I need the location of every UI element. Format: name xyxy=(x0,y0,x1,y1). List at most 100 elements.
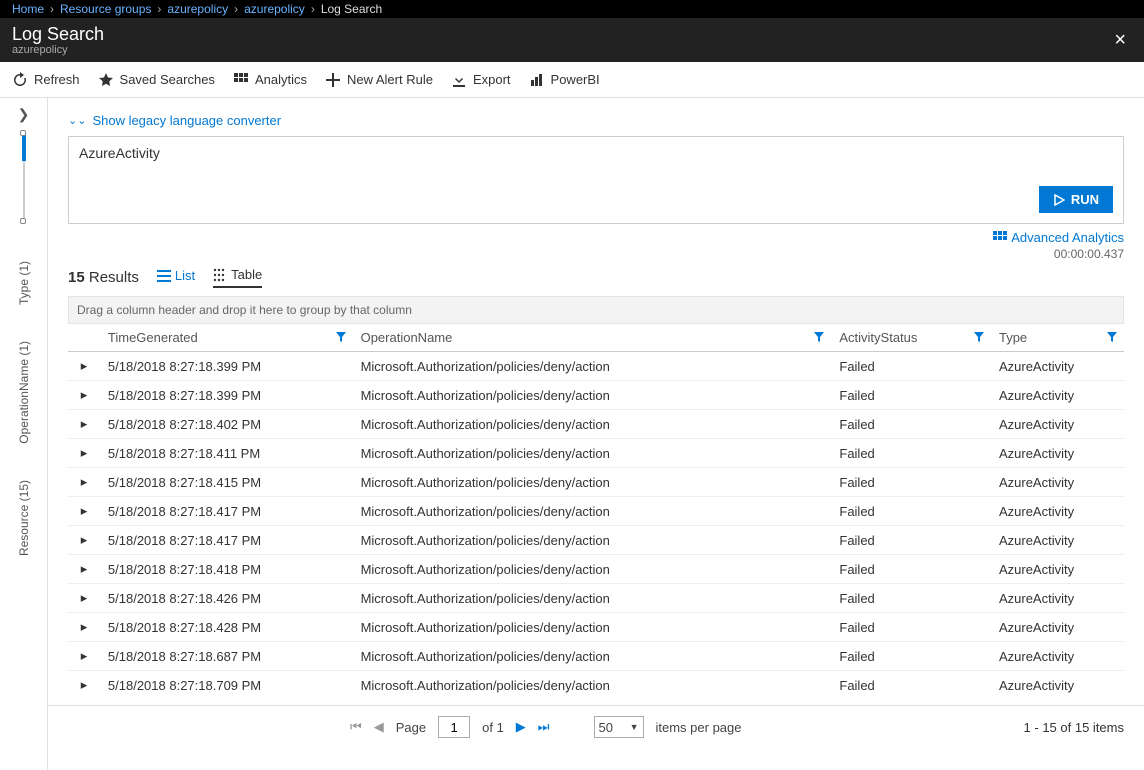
cell-time: 5/18/2018 8:27:18.402 PM xyxy=(100,410,353,439)
cell-operation: Microsoft.Authorization/policies/deny/ac… xyxy=(353,555,832,584)
breadcrumb-link[interactable]: azurepolicy xyxy=(167,2,228,16)
page-input[interactable] xyxy=(438,716,470,738)
query-editor[interactable]: AzureActivity RUN xyxy=(68,136,1124,224)
cell-type: AzureActivity xyxy=(991,555,1124,584)
export-label: Export xyxy=(473,72,511,87)
table-row: ▸5/18/2018 8:27:18.411 PMMicrosoft.Autho… xyxy=(68,439,1124,468)
saved-searches-button[interactable]: Saved Searches xyxy=(98,72,215,88)
expand-rail-button[interactable]: ❯ xyxy=(18,106,30,123)
expand-row-button[interactable]: ▸ xyxy=(68,381,100,410)
table-row: ▸5/18/2018 8:27:18.402 PMMicrosoft.Autho… xyxy=(68,410,1124,439)
filter-icon[interactable] xyxy=(813,331,825,346)
list-icon xyxy=(157,269,171,283)
filter-icon[interactable] xyxy=(973,331,985,346)
expand-row-button[interactable]: ▸ xyxy=(68,555,100,584)
cell-time: 5/18/2018 8:27:18.411 PM xyxy=(100,439,353,468)
table-row: ▸5/18/2018 8:27:18.426 PMMicrosoft.Autho… xyxy=(68,584,1124,613)
expand-row-button[interactable]: ▸ xyxy=(68,671,100,700)
table-row: ▸5/18/2018 8:27:18.709 PMMicrosoft.Autho… xyxy=(68,671,1124,700)
page-next-button[interactable]: ▶ xyxy=(516,719,526,735)
cell-type: AzureActivity xyxy=(991,613,1124,642)
cell-time: 5/18/2018 8:27:18.418 PM xyxy=(100,555,353,584)
analytics-label: Analytics xyxy=(255,72,307,87)
breadcrumb-link[interactable]: Resource groups xyxy=(60,2,151,16)
table-icon xyxy=(213,268,227,282)
legacy-converter-label: Show legacy language converter xyxy=(92,113,281,128)
cell-status: Failed xyxy=(831,642,991,671)
facet-resource[interactable]: Resource (15) xyxy=(17,480,31,556)
new-alert-rule-button[interactable]: New Alert Rule xyxy=(325,72,433,88)
expand-row-button[interactable]: ▸ xyxy=(68,584,100,613)
page-first-button[interactable]: ⏮ xyxy=(350,719,362,735)
cell-time: 5/18/2018 8:27:18.417 PM xyxy=(100,497,353,526)
powerbi-label: PowerBI xyxy=(551,72,600,87)
expand-row-button[interactable]: ▸ xyxy=(68,526,100,555)
cell-time: 5/18/2018 8:27:18.417 PM xyxy=(100,526,353,555)
cell-time: 5/18/2018 8:27:18.399 PM xyxy=(100,352,353,381)
page-size-select[interactable]: 50 ▼ xyxy=(594,716,644,738)
expand-row-button[interactable]: ▸ xyxy=(68,468,100,497)
legacy-converter-link[interactable]: ⌄⌄ Show legacy language converter xyxy=(68,113,281,128)
group-drop-hint[interactable]: Drag a column header and drop it here to… xyxy=(68,296,1124,324)
facet-type[interactable]: Type (1) xyxy=(17,261,31,305)
caret-down-icon: ▼ xyxy=(630,722,639,732)
page-label: Page xyxy=(396,720,426,735)
facet-operation-name[interactable]: OperationName (1) xyxy=(17,341,31,444)
play-icon xyxy=(1053,194,1065,206)
cell-type: AzureActivity xyxy=(991,352,1124,381)
cell-type: AzureActivity xyxy=(991,642,1124,671)
expand-row-button[interactable]: ▸ xyxy=(68,439,100,468)
page-last-button[interactable]: ⏭ xyxy=(538,719,550,735)
expand-row-button[interactable]: ▸ xyxy=(68,352,100,381)
expand-row-button[interactable]: ▸ xyxy=(68,410,100,439)
powerbi-button[interactable]: PowerBI xyxy=(529,72,600,88)
cell-operation: Microsoft.Authorization/policies/deny/ac… xyxy=(353,381,832,410)
view-list-button[interactable]: List xyxy=(157,268,195,287)
table-row: ▸5/18/2018 8:27:18.428 PMMicrosoft.Autho… xyxy=(68,613,1124,642)
run-button[interactable]: RUN xyxy=(1039,186,1113,213)
cell-status: Failed xyxy=(831,381,991,410)
breadcrumb-link[interactable]: azurepolicy xyxy=(244,2,305,16)
breadcrumb: Home › Resource groups › azurepolicy › azur… xyxy=(0,0,1144,18)
refresh-button[interactable]: Refresh xyxy=(12,72,80,88)
analytics-button[interactable]: Analytics xyxy=(233,72,307,88)
cell-status: Failed xyxy=(831,555,991,584)
col-type[interactable]: Type xyxy=(991,324,1124,352)
expand-row-button[interactable]: ▸ xyxy=(68,613,100,642)
cell-type: AzureActivity xyxy=(991,468,1124,497)
col-timegenerated[interactable]: TimeGenerated xyxy=(100,324,353,352)
chevron-right-icon: › xyxy=(311,2,315,16)
chevron-right-icon: › xyxy=(157,2,161,16)
refresh-label: Refresh xyxy=(34,72,80,87)
time-slider[interactable] xyxy=(23,133,25,223)
close-button[interactable]: × xyxy=(1108,29,1132,52)
advanced-analytics-link[interactable]: Advanced Analytics xyxy=(993,230,1124,245)
filter-icon[interactable] xyxy=(1106,331,1118,346)
toolbar: Refresh Saved Searches Analytics New Ale… xyxy=(0,62,1144,98)
view-table-button[interactable]: Table xyxy=(213,267,262,288)
run-label: RUN xyxy=(1071,192,1099,207)
expand-row-button[interactable]: ▸ xyxy=(68,642,100,671)
cell-time: 5/18/2018 8:27:18.399 PM xyxy=(100,381,353,410)
filter-icon[interactable] xyxy=(335,331,347,346)
chevron-right-icon: › xyxy=(234,2,238,16)
table-row: ▸5/18/2018 8:27:18.399 PMMicrosoft.Autho… xyxy=(68,381,1124,410)
cell-operation: Microsoft.Authorization/policies/deny/ac… xyxy=(353,468,832,497)
table-row: ▸5/18/2018 8:27:18.687 PMMicrosoft.Autho… xyxy=(68,642,1124,671)
export-button[interactable]: Export xyxy=(451,72,511,88)
col-activitystatus[interactable]: ActivityStatus xyxy=(831,324,991,352)
breadcrumb-link[interactable]: Home xyxy=(12,2,44,16)
cell-status: Failed xyxy=(831,584,991,613)
cell-status: Failed xyxy=(831,468,991,497)
cell-type: AzureActivity xyxy=(991,526,1124,555)
pager-summary: 1 - 15 of 15 items xyxy=(1024,720,1124,735)
analytics-icon xyxy=(233,72,249,88)
breadcrumb-current: Log Search xyxy=(321,2,382,16)
expand-row-button[interactable]: ▸ xyxy=(68,497,100,526)
cell-operation: Microsoft.Authorization/policies/deny/ac… xyxy=(353,410,832,439)
table-row: ▸5/18/2018 8:27:18.417 PMMicrosoft.Autho… xyxy=(68,497,1124,526)
page-prev-button[interactable]: ◀ xyxy=(374,719,384,735)
cell-time: 5/18/2018 8:27:18.426 PM xyxy=(100,584,353,613)
cell-operation: Microsoft.Authorization/policies/deny/ac… xyxy=(353,439,832,468)
col-operationname[interactable]: OperationName xyxy=(353,324,832,352)
